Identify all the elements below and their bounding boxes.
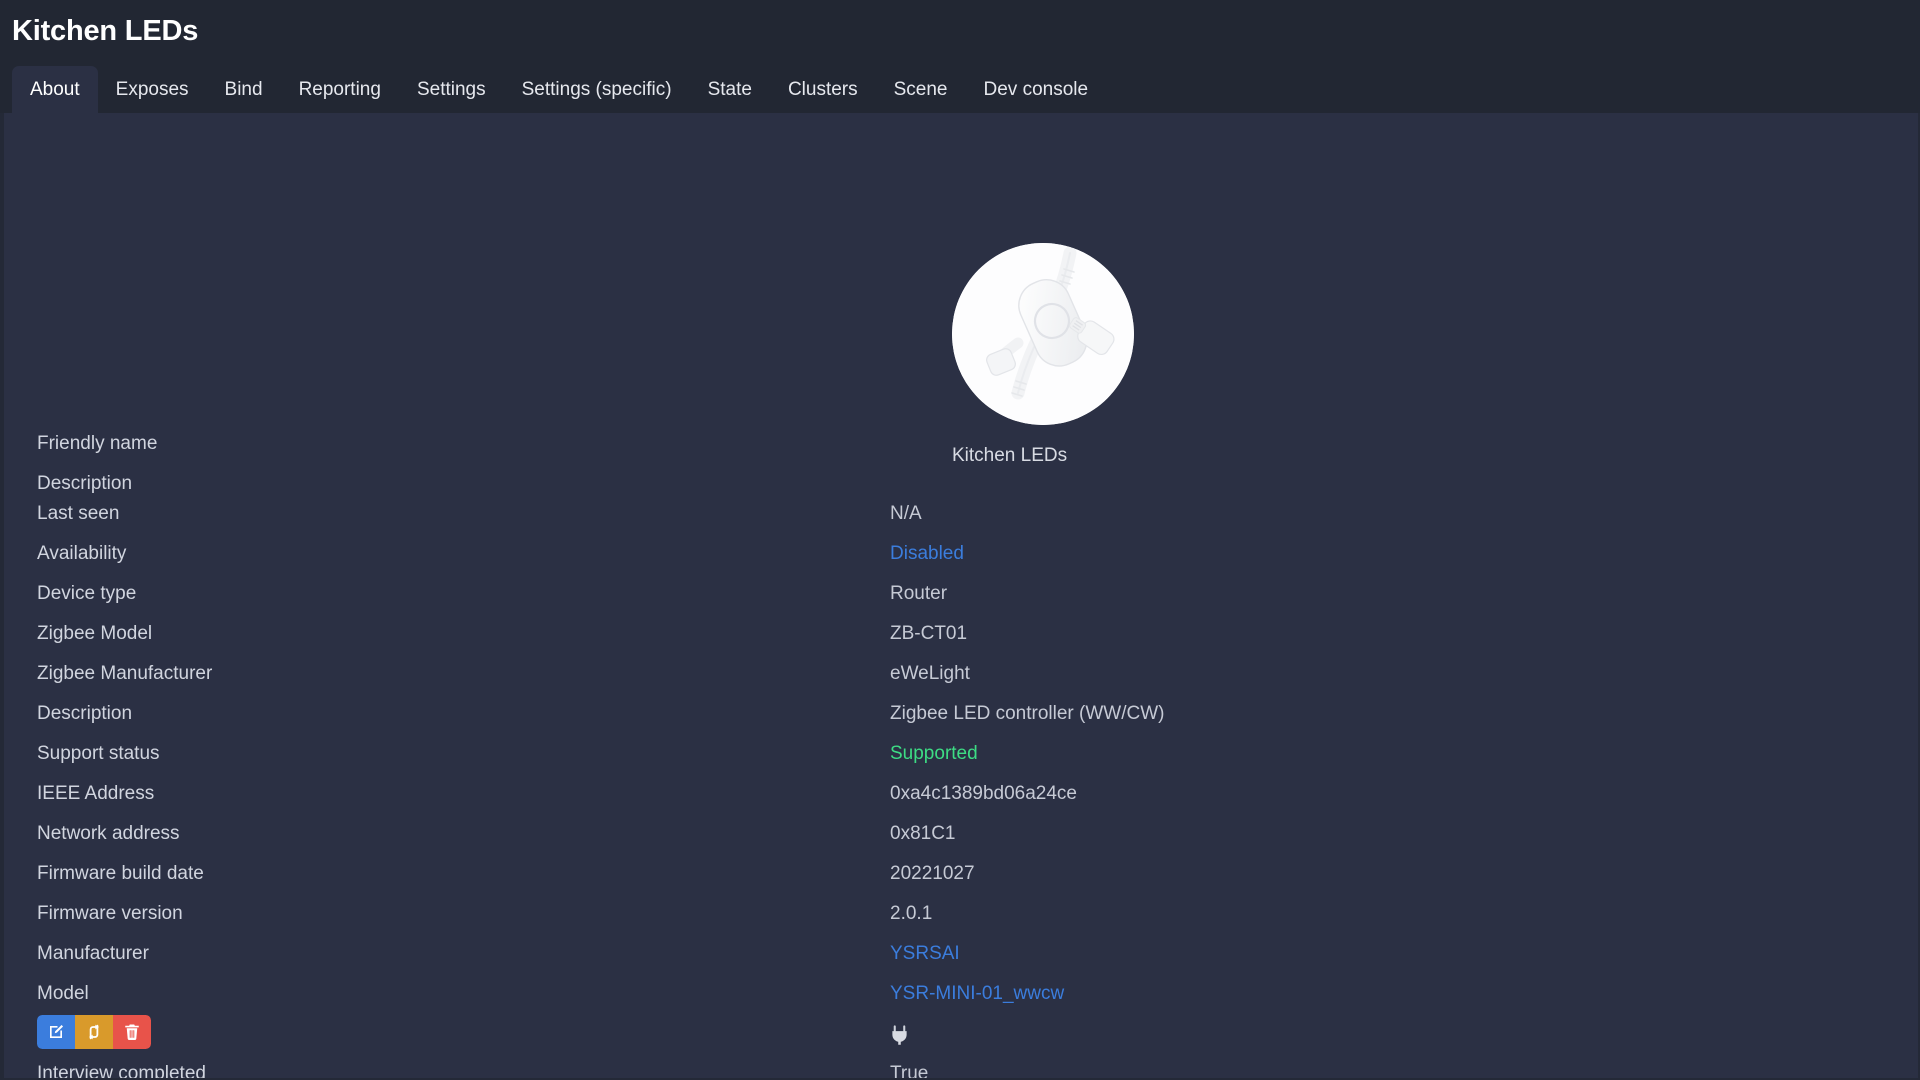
- info-row-description: Description Zigbee LED controller (WW/CW…: [4, 703, 1918, 743]
- info-row-last-seen: Last seen N/A: [4, 503, 1918, 543]
- tab-label: Exposes: [115, 78, 189, 100]
- info-label: Device type: [37, 582, 137, 604]
- tab-label: State: [707, 78, 752, 100]
- plug-icon: [890, 1025, 909, 1046]
- tab-label: Bind: [224, 78, 263, 100]
- info-label: Description: [37, 702, 133, 724]
- info-value: ZB-CT01: [890, 622, 968, 644]
- tab-dev-console[interactable]: Dev console: [966, 66, 1107, 113]
- tab-label: Settings: [416, 78, 486, 100]
- tab-bar: About Exposes Bind Reporting Settings Se…: [0, 65, 1920, 113]
- page-header: Kitchen LEDs About Exposes Bind Reportin…: [0, 0, 1920, 113]
- info-label: Availability: [37, 542, 127, 564]
- tab-settings-specific[interactable]: Settings (specific): [504, 66, 690, 113]
- info-value: eWeLight: [890, 662, 970, 684]
- info-value: 2.0.1: [890, 902, 933, 924]
- info-label: Description: [37, 472, 133, 494]
- reconfigure-device-button[interactable]: [75, 1015, 113, 1049]
- tab-label: Settings (specific): [521, 78, 672, 100]
- manufacturer-link[interactable]: YSRSAI: [890, 943, 960, 965]
- tab-about[interactable]: About: [12, 65, 98, 113]
- about-panel: Kitchen LEDs Friendly name Description L…: [0, 112, 1920, 1080]
- delete-device-button[interactable]: [113, 1015, 151, 1049]
- tab-reporting[interactable]: Reporting: [281, 66, 399, 113]
- info-label: Model: [37, 982, 89, 1004]
- tab-exposes[interactable]: Exposes: [98, 66, 207, 113]
- device-action-bar: [37, 1015, 151, 1049]
- info-label: Zigbee Model: [37, 622, 153, 644]
- info-label: Last seen: [37, 502, 120, 524]
- tab-settings[interactable]: Settings: [399, 66, 504, 113]
- edit-square-icon: [47, 1023, 65, 1041]
- info-row-firmware-version: Firmware version 2.0.1: [4, 903, 1918, 943]
- tab-label: Dev console: [983, 78, 1089, 100]
- info-row-description-empty: Description: [4, 473, 1918, 503]
- info-row-model: Model YSR-MINI-01_wwcw: [4, 983, 1918, 1023]
- info-label: Manufacturer: [37, 942, 149, 964]
- tab-bind[interactable]: Bind: [207, 66, 281, 113]
- model-link[interactable]: YSR-MINI-01_wwcw: [890, 983, 1064, 1005]
- info-value: Router: [890, 582, 948, 604]
- device-page: Kitchen LEDs About Exposes Bind Reportin…: [0, 0, 1920, 1080]
- info-row-zigbee-model: Zigbee Model ZB-CT01: [4, 623, 1918, 663]
- info-value: Zigbee LED controller (WW/CW): [890, 702, 1165, 724]
- info-value: N/A: [890, 502, 922, 524]
- support-status-badge: Supported: [890, 742, 978, 764]
- info-label: Firmware version: [37, 902, 183, 924]
- info-label: Friendly name: [37, 432, 158, 454]
- info-value: 20221027: [890, 862, 975, 884]
- info-label: Zigbee Manufacturer: [37, 662, 213, 684]
- tab-label: Clusters: [787, 78, 858, 100]
- availability-link[interactable]: Disabled: [890, 543, 964, 565]
- info-label: Firmware build date: [37, 862, 204, 884]
- tab-clusters[interactable]: Clusters: [770, 66, 876, 113]
- info-label: Support status: [37, 742, 160, 764]
- info-row-network-address: Network address 0x81C1: [4, 823, 1918, 863]
- trash-icon: [123, 1023, 141, 1041]
- info-value: True: [890, 1062, 929, 1080]
- page-title: Kitchen LEDs: [12, 15, 199, 47]
- reconfigure-icon: [85, 1023, 103, 1041]
- info-row-ieee-address: IEEE Address 0xa4c1389bd06a24ce: [4, 783, 1918, 823]
- tab-scene[interactable]: Scene: [876, 66, 966, 113]
- info-label: Network address: [37, 822, 180, 844]
- tab-state[interactable]: State: [690, 66, 770, 113]
- info-row-device-type: Device type Router: [4, 583, 1918, 623]
- info-value: 0xa4c1389bd06a24ce: [890, 782, 1078, 804]
- info-label: Interview completed: [37, 1062, 206, 1080]
- tab-label: Reporting: [298, 78, 381, 100]
- info-row-support-status: Support status Supported: [4, 743, 1918, 783]
- tab-label: About: [30, 78, 80, 100]
- info-row-power: Power: [4, 1023, 1918, 1063]
- info-row-zigbee-manufacturer: Zigbee Manufacturer eWeLight: [4, 663, 1918, 703]
- info-row-interview-completed: Interview completed True: [4, 1062, 1918, 1080]
- info-row-manufacturer: Manufacturer YSRSAI: [4, 943, 1918, 983]
- info-row-friendly-name: Friendly name: [4, 433, 1918, 473]
- info-value: 0x81C1: [890, 822, 956, 844]
- info-row-firmware-build-date: Firmware build date 20221027: [4, 863, 1918, 903]
- device-image-block: Kitchen LEDs: [952, 242, 1134, 466]
- info-label: IEEE Address: [37, 782, 155, 804]
- tab-label: Scene: [893, 78, 948, 100]
- device-info-list: Friendly name Description Last seen N/A …: [4, 433, 1918, 1080]
- device-photo: [952, 242, 1134, 425]
- rename-device-button[interactable]: [37, 1015, 75, 1049]
- info-row-availability: Availability Disabled: [4, 543, 1918, 583]
